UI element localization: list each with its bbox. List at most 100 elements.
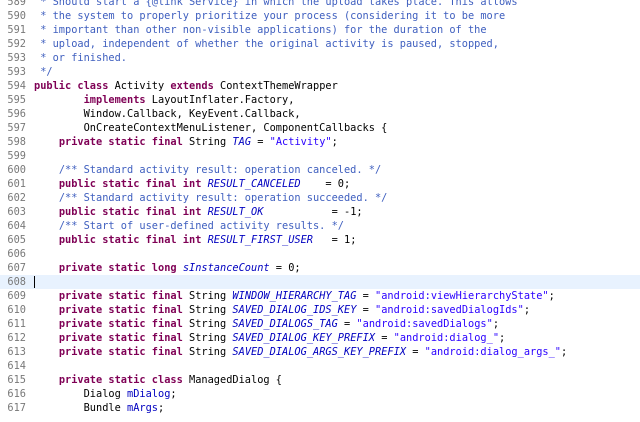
code-line[interactable]: 598 private static final String TAG = "A… [0,135,640,149]
code-line[interactable]: 596 Window.Callback, KeyEvent.Callback, [0,107,640,121]
code-line[interactable]: 603 public static final int RESULT_OK = … [0,205,640,219]
code-token: ; [158,402,165,414]
code-line[interactable]: 613 private static final String SAVED_DI… [0,345,640,359]
code-token: ContextThemeWrapper [213,80,338,92]
line-number: 595 [7,94,26,106]
code-token: Bundle [34,402,127,414]
code-text: * the system to properly prioritize your… [34,9,505,23]
code-text: private static final String SAVED_DIALOG… [34,331,505,345]
code-token: private static long [58,262,177,274]
code-line[interactable]: 617 Bundle mArgs; [0,401,640,415]
code-line[interactable]: 611 private static final String SAVED_DI… [0,317,640,331]
code-token: Activity [108,80,171,92]
code-token: ; [492,318,500,330]
line-number: 603 [7,206,26,218]
line-number: 593 [7,52,26,64]
code-token: implements [83,94,146,106]
code-token: String [182,136,233,148]
code-line[interactable]: 607 private static long sInstanceCount =… [0,261,640,275]
code-token: private static final [58,318,183,330]
code-token: private static final [58,136,183,148]
code-text: private static long sInstanceCount = 0; [34,261,301,275]
code-token: TAG [232,136,252,148]
code-line[interactable]: 601 public static final int RESULT_CANCE… [0,177,640,191]
code-line[interactable]: 597 OnCreateContextMenuListener, Compone… [0,121,640,135]
code-token: = [406,346,425,358]
line-number: 599 [7,150,26,162]
code-token: private static class [58,374,183,386]
code-line[interactable]: 602 /** Standard activity result: operat… [0,191,640,205]
code-line[interactable]: 591 * important than other non-visible a… [0,23,640,37]
code-token: SAVED_DIALOG_ARGS_KEY_PREFIX [232,346,407,358]
line-number: 596 [7,108,26,120]
code-text: /** Standard activity result: operation … [34,163,381,177]
line-number: 608 [7,276,26,288]
code-text: * or finished. [34,51,127,65]
code-line[interactable]: 593 */ [0,65,640,79]
code-line[interactable]: 612 private static final String SAVED_DI… [0,331,640,345]
code-token: String [182,290,233,302]
code-line[interactable]: 605 public static final int RESULT_FIRST… [0,233,640,247]
code-token: * upload, independent of whether the ori… [34,38,499,50]
code-token: ; [499,332,506,344]
code-line[interactable]: 594 public class Activity extends Context… [0,79,640,93]
code-token: Window.Callback, KeyEvent.Callback, [34,108,301,120]
code-token: "android:dialog_" [393,332,500,344]
code-line[interactable]: 589 * Should start a {@link Service} in … [0,0,640,9]
current-code-line[interactable]: 608 [0,275,640,289]
line-number: 613 [7,346,26,358]
code-line[interactable]: 606 [0,247,640,261]
code-token: mArgs [127,402,158,414]
code-line[interactable]: 595 implements LayoutInflater.Factory, [0,93,640,107]
line-number: 605 [7,234,26,246]
code-token: ; [548,290,555,302]
code-token: "android:savedDialogIds" [375,304,524,316]
code-line[interactable]: 590 * the system to properly prioritize … [0,9,640,23]
code-token: * or finished. [34,52,127,64]
code-token: private static final [58,332,183,344]
code-token: ; [523,304,531,316]
code-token: = -1; [263,206,363,218]
line-number: 602 [7,192,26,204]
code-line[interactable]: 610 private static final String SAVED_DI… [0,303,640,317]
code-line[interactable]: 593 * or finished. [0,51,640,65]
code-line[interactable]: 614 [0,359,640,373]
code-text: */ [34,65,52,79]
code-token: /** Standard activity result: operation … [58,192,388,204]
code-token: extends [170,80,214,92]
code-line[interactable]: 616 Dialog mDialog; [0,387,640,401]
code-token: private static final [58,346,183,358]
text-cursor [34,276,35,288]
code-token: RESULT_CANCELED [207,178,301,190]
code-token: public static final int [58,178,202,190]
code-token: public class [34,80,109,92]
code-text: OnCreateContextMenuListener, ComponentCa… [34,121,388,135]
code-line[interactable]: 600 /** Standard activity result: operat… [0,163,640,177]
code-line[interactable]: 609 private static final String WINDOW_H… [0,289,640,303]
code-line[interactable]: 615 private static class ManagedDialog { [0,373,640,387]
line-number: 589 [7,0,26,8]
code-token: ; [561,346,568,358]
line-number: 616 [7,388,26,400]
code-token: ; [170,388,177,400]
code-editor[interactable]: 589 * Should start a {@link Service} in … [0,0,640,422]
code-text: * important than other non-visible appli… [34,23,486,37]
code-token: "android:viewHierarchyState" [375,290,549,302]
code-token: = 0; [269,262,301,274]
line-number: 606 [7,248,26,260]
code-token: private static final [58,304,183,316]
code-token: /** Standard activity result: operation … [58,164,382,176]
code-text: Bundle mArgs; [34,401,165,415]
code-line[interactable]: 599 [0,149,640,163]
code-token: = [356,290,376,302]
code-token: sInstanceCount [182,262,270,274]
code-line[interactable]: 604 /** Start of user-defined activity r… [0,219,640,233]
code-token: String [182,332,233,344]
code-line[interactable]: 592 * upload, independent of whether the… [0,37,640,51]
